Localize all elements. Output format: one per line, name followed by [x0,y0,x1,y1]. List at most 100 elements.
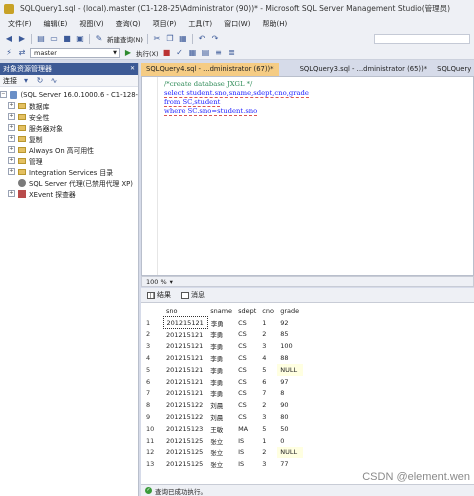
tree-item-management[interactable]: + 管理 [0,155,138,166]
pin-icon[interactable]: ✕ [130,63,135,75]
column-header[interactable]: cno [259,305,277,317]
query-editor[interactable]: /*create database JXGL */ select student… [141,76,474,276]
comment-icon[interactable]: ≡ [214,48,224,58]
table-cell[interactable]: 88 [277,352,303,364]
table-cell[interactable]: 4 [259,352,277,364]
execute-icon[interactable]: ▶ [123,48,133,58]
open-folder-icon[interactable]: ▭ [49,34,59,44]
menu-edit[interactable]: 编辑(E) [38,19,74,29]
activity-icon[interactable]: ∿ [49,76,59,86]
tab-sqlquery-more[interactable]: SQLQuery [432,63,474,76]
table-cell[interactable]: 92 [277,317,303,329]
table-cell[interactable]: 2 [259,399,277,411]
table-cell[interactable]: 201215121 [163,388,207,400]
connect-dropdown[interactable]: 连接 [3,76,17,86]
save-all-icon[interactable]: ▣ [75,34,85,44]
table-cell[interactable]: 201215125 [163,435,207,447]
row-number-cell[interactable]: 8 [143,399,163,411]
expand-icon[interactable]: + [8,135,15,142]
table-cell[interactable]: MA [235,423,259,435]
table-cell[interactable]: 201215121 [163,364,207,376]
execute-button[interactable]: 执行(X) [136,48,159,58]
expand-icon[interactable]: + [8,124,15,131]
table-row[interactable]: 5 201215121 李勇 CS 5 NULL [143,363,304,376]
table-row[interactable]: 2 201215121 李勇 CS 2 85 [143,329,303,341]
save-icon[interactable]: ■ [62,34,72,44]
table-cell[interactable]: NULL [277,363,304,376]
table-row[interactable]: 1 201215121 李勇 CS 1 92 [143,316,303,330]
uncomment-icon[interactable]: ≣ [227,48,237,58]
row-number-cell[interactable]: 2 [143,329,163,341]
table-cell[interactable]: CS [235,340,259,352]
table-cell[interactable]: 李勇 [207,329,235,341]
table-cell[interactable]: 201215122 [163,399,207,411]
tree-item-server-objects[interactable]: + 服务器对象 [0,122,138,133]
forward-icon[interactable]: ▶ [17,34,27,44]
expand-icon[interactable]: + [8,146,15,153]
table-cell[interactable]: 201215125 [163,458,207,470]
menu-query[interactable]: 查询(Q) [110,19,147,29]
table-cell[interactable]: 201215123 [163,423,207,435]
expand-icon[interactable]: + [8,168,15,175]
redo-icon[interactable]: ↷ [210,34,220,44]
row-number-cell[interactable]: 6 [143,376,163,388]
back-icon[interactable]: ◀ [4,34,14,44]
table-cell[interactable]: 李勇 [207,364,235,376]
table-row[interactable]: 3 201215121 李勇 CS 3 100 [143,340,303,352]
refresh-icon[interactable]: ↻ [35,76,45,86]
column-header[interactable]: grade [277,305,303,317]
tree-item-security[interactable]: + 安全性 [0,111,138,122]
table-cell[interactable]: 8 [277,388,303,400]
column-header[interactable]: sname [207,305,235,317]
tree-item-integration-services[interactable]: + Integration Services 目录 [0,166,138,177]
menu-window[interactable]: 窗口(W) [218,19,256,29]
table-cell[interactable]: 3 [259,411,277,423]
table-cell[interactable]: 201215121 [163,352,207,364]
paste-icon[interactable]: ▦ [178,34,188,44]
table-cell[interactable]: 77 [277,458,303,470]
row-number-cell[interactable]: 13 [143,458,163,470]
table-cell[interactable]: 201215121 [162,316,208,330]
table-cell[interactable]: 50 [277,423,303,435]
menu-file[interactable]: 文件(F) [2,19,38,29]
row-number-cell[interactable]: 4 [143,352,163,364]
tree-item-always-on[interactable]: + Always On 高可用性 [0,144,138,155]
table-row[interactable]: 13 201215125 张立 IS 3 77 [143,458,303,470]
new-file-icon[interactable]: ▤ [36,34,46,44]
table-cell[interactable]: CS [235,352,259,364]
table-row[interactable]: 7 201215121 李勇 CS 7 8 [143,388,303,400]
table-cell[interactable]: 张立 [207,458,235,470]
table-row[interactable]: 8 201215122 刘晨 CS 2 90 [143,399,303,411]
chevron-down-icon[interactable]: ▾ [170,278,173,286]
table-cell[interactable]: 王敏 [207,423,235,435]
table-cell[interactable]: CS [235,376,259,388]
table-row[interactable]: 4 201215121 李勇 CS 4 88 [143,352,303,364]
row-number-cell[interactable]: 11 [143,435,163,447]
display-plan-icon[interactable]: ▦ [188,48,198,58]
table-cell[interactable]: 7 [259,388,277,400]
table-cell[interactable]: 0 [277,435,303,447]
menu-project[interactable]: 项目(P) [147,19,183,29]
table-cell[interactable]: 2 [259,329,277,341]
copy-icon[interactable]: ❐ [165,34,175,44]
table-cell[interactable]: IS [235,458,259,470]
table-row[interactable]: 6 201215121 李勇 CS 6 97 [143,376,303,388]
table-cell[interactable]: 201215121 [163,376,207,388]
row-number-cell[interactable]: 5 [143,364,163,376]
database-select[interactable]: master ▼ [30,47,120,58]
results-grid[interactable]: sno sname sdept cno grade 1 201215121 李勇 CS… [141,302,474,484]
table-row[interactable]: 12 201215125 张立 IS 2 NULL [143,446,304,459]
connect-icon[interactable]: ⚡ [4,48,14,58]
table-cell[interactable]: 201215121 [163,340,207,352]
table-cell[interactable]: CS [235,399,259,411]
tab-sqlquery3[interactable]: SQLQuery3.sql - ...dministrator (65))* [294,63,433,76]
table-cell[interactable]: 5 [259,423,277,435]
table-cell[interactable]: 1 [259,317,277,329]
tree-item-xevent-profiler[interactable]: + XEvent 探查器 [0,188,138,199]
tab-results[interactable]: 结果 [147,290,171,300]
table-cell[interactable]: 90 [277,399,303,411]
table-cell[interactable]: 201215121 [163,329,207,341]
table-cell[interactable]: 李勇 [207,340,235,352]
tree-item-databases[interactable]: + 数据库 [0,100,138,111]
expand-icon[interactable]: + [8,157,15,164]
